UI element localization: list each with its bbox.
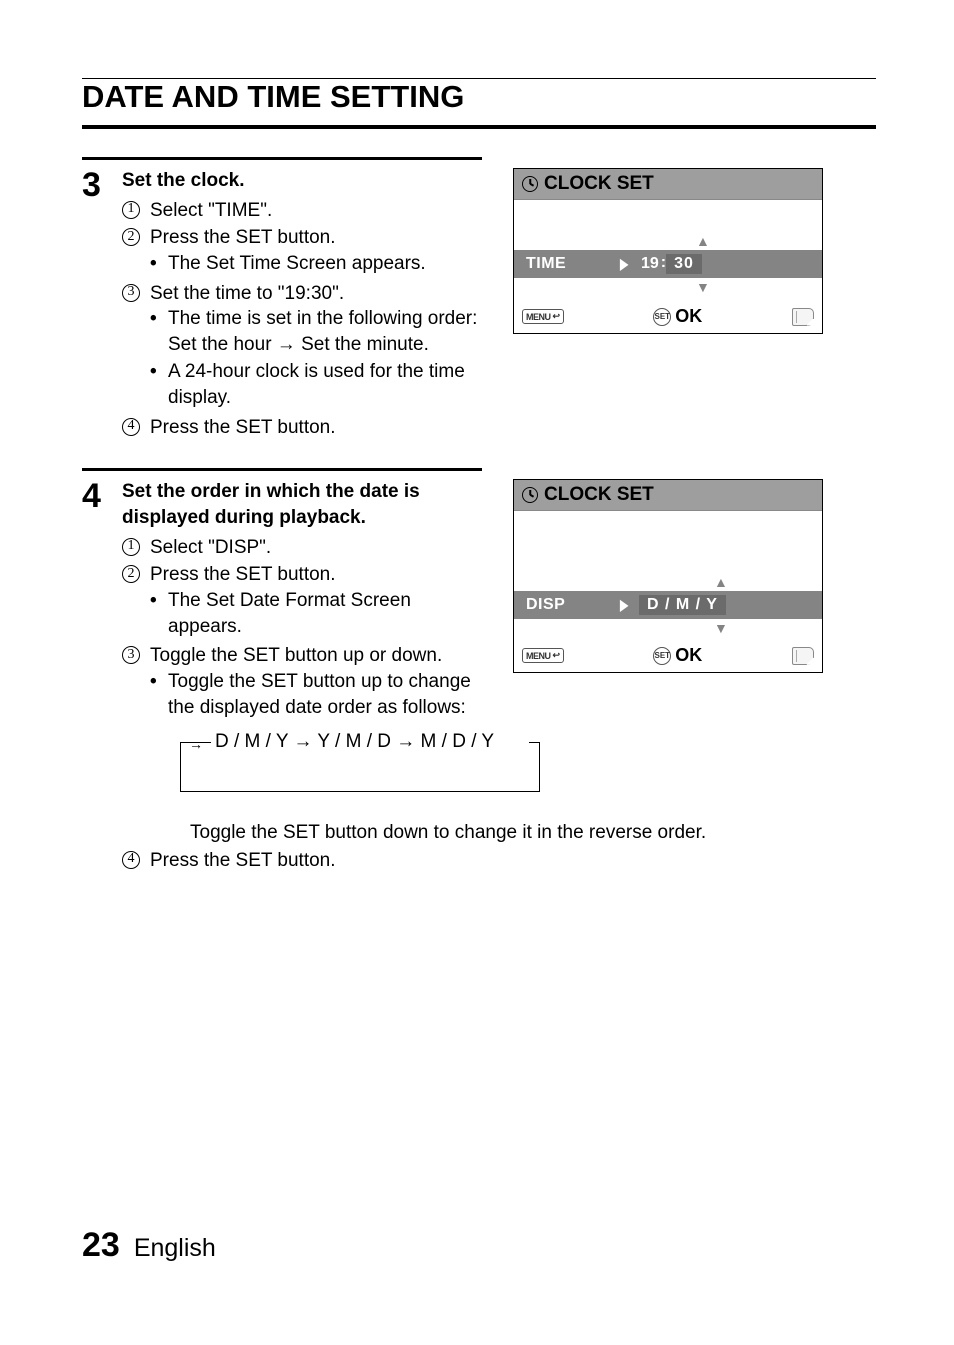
clock-icon bbox=[522, 176, 538, 192]
lcd-screen-time: CLOCK SET ▲ TIME ▶ 19:30 bbox=[513, 168, 823, 334]
circled-1-icon: 1 bbox=[122, 538, 140, 556]
rule-step4 bbox=[82, 468, 482, 471]
step3-item3-bullet2: A 24-hour clock is used for the time dis… bbox=[168, 359, 487, 410]
rule-step3 bbox=[82, 157, 482, 160]
step3-item2: Press the SET button. bbox=[150, 225, 487, 251]
book-icon bbox=[792, 647, 814, 665]
step4-lead: Set the order in which the date is displ… bbox=[122, 479, 487, 530]
rule-title-underline bbox=[82, 125, 876, 129]
step4-item2-bullet1: The Set Date Format Screen appears. bbox=[168, 588, 487, 639]
play-triangle-icon: ▶ bbox=[620, 254, 629, 274]
clock-icon bbox=[522, 487, 538, 503]
lcd1-hour: 19 bbox=[639, 254, 661, 274]
cycle-arrow-in-icon: → bbox=[189, 736, 203, 752]
lcd1-value: 19:30 bbox=[639, 254, 702, 274]
step3-item3-bullet1: The time is set in the following order: … bbox=[168, 306, 487, 357]
circled-2-icon: 2 bbox=[122, 228, 140, 246]
book-icon bbox=[792, 308, 814, 326]
set-icon: SET bbox=[653, 308, 671, 326]
triangle-down-icon: ▼ bbox=[714, 621, 728, 635]
lcd2-header: CLOCK SET bbox=[544, 484, 654, 506]
cycle-text: D / M / Y → Y / M / D → M / D / Y bbox=[211, 731, 529, 753]
step-number-4: 4 bbox=[82, 479, 108, 513]
lcd1-header: CLOCK SET bbox=[544, 173, 654, 195]
lcd2-label: DISP bbox=[514, 596, 609, 614]
step4-item3-bullet1: Toggle the SET button up to change the d… bbox=[168, 669, 487, 720]
circled-2-icon: 2 bbox=[122, 565, 140, 583]
lcd1-label: TIME bbox=[514, 255, 609, 273]
step3-item1: Select "TIME". bbox=[150, 198, 272, 224]
step3-item4: Press the SET button. bbox=[150, 415, 336, 441]
set-icon: SET bbox=[653, 647, 671, 665]
menu-back-icon: MENU↩ bbox=[522, 648, 564, 663]
circled-3-icon: 3 bbox=[122, 284, 140, 302]
triangle-up-icon: ▲ bbox=[714, 575, 728, 589]
triangle-down-icon: ▼ bbox=[696, 280, 710, 294]
step4-item2: Press the SET button. bbox=[150, 562, 487, 588]
circled-1-icon: 1 bbox=[122, 201, 140, 219]
cycle-diagram: → D / M / Y → Y / M / D → M / D / Y bbox=[180, 742, 540, 792]
circled-4-icon: 4 bbox=[122, 418, 140, 436]
menu-back-icon: MENU↩ bbox=[522, 309, 564, 324]
page-language: English bbox=[134, 1234, 216, 1263]
triangle-up-icon: ▲ bbox=[696, 234, 710, 248]
step4-item4: Press the SET button. bbox=[150, 848, 336, 874]
page-number: 23 bbox=[82, 1226, 120, 1265]
page-title: DATE AND TIME SETTING bbox=[82, 79, 876, 115]
step3-item2-bullet1: The Set Time Screen appears. bbox=[168, 251, 487, 277]
lcd-screen-disp: CLOCK SET ▲ DISP ▶ D / M / Y ▼ bbox=[513, 479, 823, 673]
step3-lead: Set the clock. bbox=[122, 168, 487, 194]
circled-4-icon: 4 bbox=[122, 851, 140, 869]
lcd2-value: D / M / Y bbox=[639, 595, 726, 615]
lcd2-ok: OK bbox=[675, 645, 702, 666]
step3-item3: Set the time to "19:30". bbox=[150, 281, 487, 307]
step4-after-text: Toggle the SET button down to change it … bbox=[190, 820, 706, 846]
step4-item1: Select "DISP". bbox=[150, 535, 271, 561]
step4-item3: Toggle the SET button up or down. bbox=[150, 643, 487, 669]
lcd1-min: 30 bbox=[666, 254, 702, 274]
circled-3-icon: 3 bbox=[122, 646, 140, 664]
lcd1-ok: OK bbox=[675, 306, 702, 327]
play-triangle-icon: ▶ bbox=[620, 595, 629, 615]
step-number-3: 3 bbox=[82, 168, 108, 202]
